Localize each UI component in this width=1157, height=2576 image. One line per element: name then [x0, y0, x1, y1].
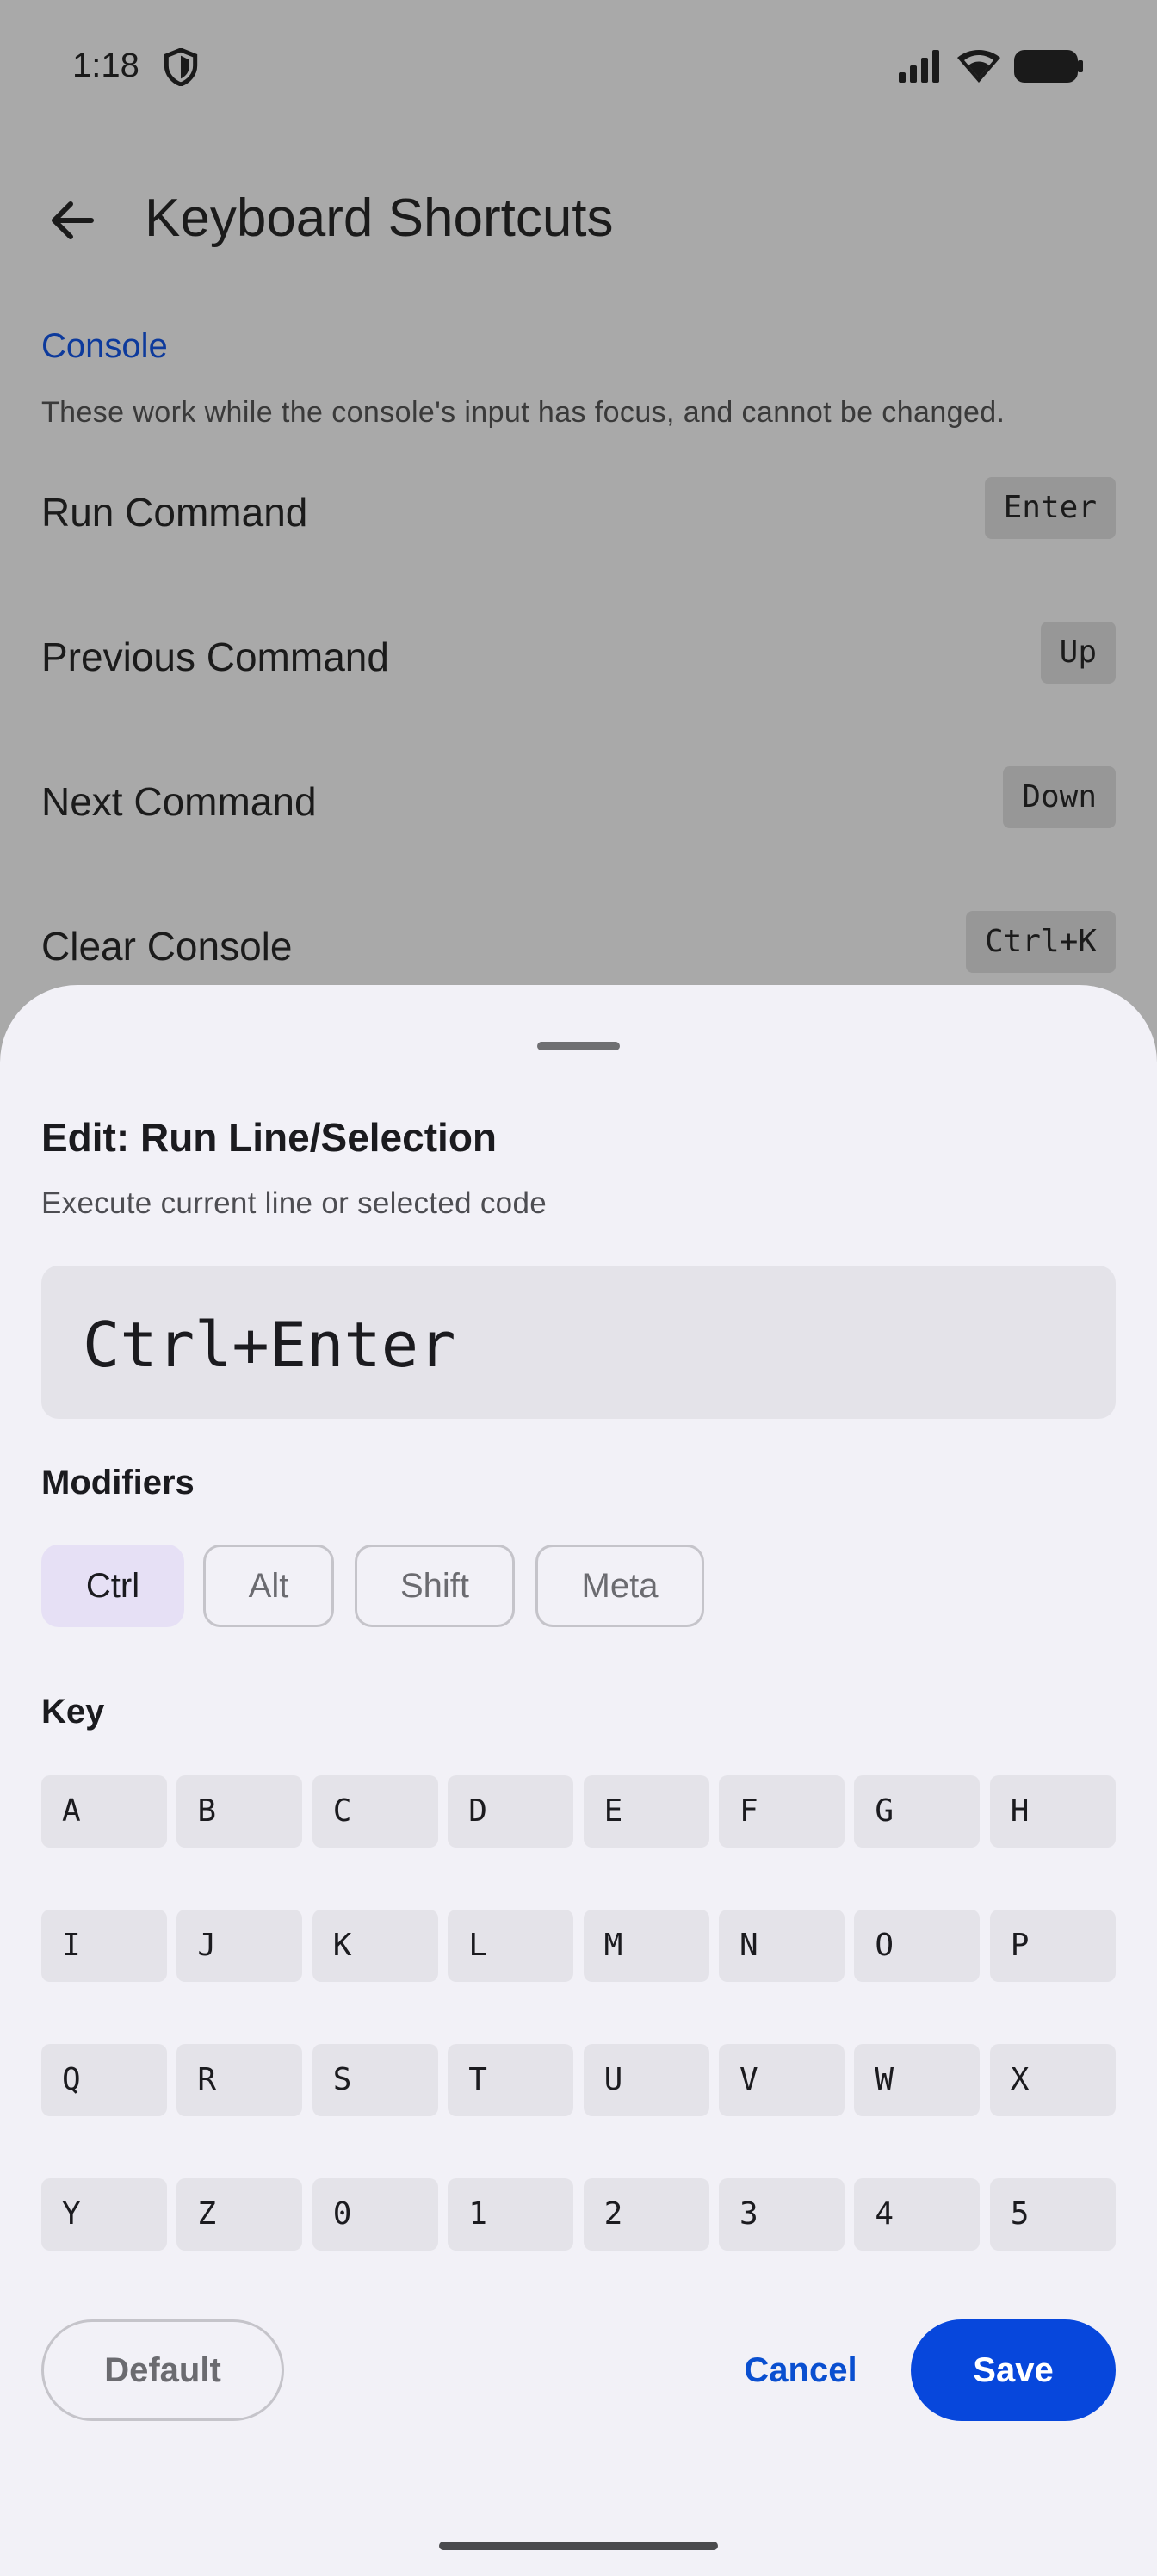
battery-icon: [1014, 50, 1083, 83]
modifiers-label: Modifiers: [41, 1464, 195, 1502]
shortcut-preview: Ctrl+Enter: [41, 1266, 1116, 1419]
page-title: Keyboard Shortcuts: [145, 189, 614, 248]
modifier-chip-alt[interactable]: Alt: [203, 1545, 334, 1627]
edit-shortcut-bottom-sheet: Edit: Run Line/Selection Execute current…: [0, 985, 1157, 2576]
shortcut-label: Clear Console: [41, 924, 293, 969]
shield-icon: [164, 48, 198, 86]
modifier-chip-meta[interactable]: Meta: [535, 1545, 704, 1627]
key-button[interactable]: A: [41, 1775, 167, 1848]
modifier-chip-ctrl[interactable]: Ctrl: [41, 1545, 184, 1627]
key-button[interactable]: Y: [41, 2178, 167, 2251]
default-button[interactable]: Default: [41, 2319, 284, 2421]
status-bar: 1:18: [0, 0, 1157, 138]
section-header: Console: [41, 327, 168, 365]
shortcut-key-badge: Up: [1040, 622, 1116, 684]
key-button[interactable]: G: [854, 1775, 981, 1848]
key-button[interactable]: U: [583, 2044, 709, 2116]
key-button[interactable]: 4: [854, 2178, 981, 2251]
key-button[interactable]: S: [312, 2044, 438, 2116]
home-indicator: [439, 2542, 718, 2550]
key-button[interactable]: 1: [448, 2178, 574, 2251]
shortcut-key-badge: Enter: [984, 477, 1116, 539]
section-description: These work while the console's input has…: [41, 396, 1005, 429]
key-button[interactable]: N: [719, 1910, 845, 1982]
key-button[interactable]: Q: [41, 2044, 167, 2116]
key-button[interactable]: H: [989, 1775, 1116, 1848]
key-button[interactable]: K: [312, 1910, 438, 1982]
key-button[interactable]: T: [448, 2044, 574, 2116]
shortcut-label: Next Command: [41, 779, 317, 824]
modifier-chip-shift[interactable]: Shift: [355, 1545, 515, 1627]
shortcut-row: Clear Console Ctrl+K: [41, 911, 1116, 980]
back-arrow-icon[interactable]: [45, 193, 100, 248]
wifi-icon: [957, 50, 1000, 83]
shortcut-key-badge: Down: [1003, 766, 1116, 828]
key-label: Key: [41, 1693, 105, 1731]
sheet-subtitle: Execute current line or selected code: [41, 1186, 547, 1220]
shortcut-key-badge: Ctrl+K: [965, 911, 1116, 973]
key-button[interactable]: P: [989, 1910, 1116, 1982]
key-button[interactable]: B: [176, 1775, 303, 1848]
key-button[interactable]: E: [583, 1775, 709, 1848]
key-button[interactable]: J: [176, 1910, 303, 1982]
shortcut-preview-text: Ctrl+Enter: [83, 1309, 456, 1381]
drag-handle[interactable]: [537, 1042, 620, 1050]
shortcut-row: Previous Command Up: [41, 622, 1116, 690]
key-button[interactable]: Z: [176, 2178, 303, 2251]
signal-icon: [899, 50, 939, 83]
key-button[interactable]: M: [583, 1910, 709, 1982]
key-button[interactable]: C: [312, 1775, 438, 1848]
key-button[interactable]: 5: [989, 2178, 1116, 2251]
key-button[interactable]: 0: [312, 2178, 438, 2251]
save-button[interactable]: Save: [911, 2319, 1116, 2421]
key-button[interactable]: 2: [583, 2178, 709, 2251]
shortcut-label: Run Command: [41, 490, 308, 535]
shortcut-label: Previous Command: [41, 635, 389, 679]
key-button[interactable]: F: [719, 1775, 845, 1848]
sheet-title: Edit: Run Line/Selection: [41, 1115, 498, 1160]
key-button[interactable]: V: [719, 2044, 845, 2116]
top-app-bar: Keyboard Shortcuts: [0, 172, 1157, 267]
key-button[interactable]: W: [854, 2044, 981, 2116]
key-button[interactable]: 3: [719, 2178, 845, 2251]
key-button[interactable]: R: [176, 2044, 303, 2116]
cancel-button[interactable]: Cancel: [732, 2319, 869, 2421]
shortcut-row: Next Command Down: [41, 766, 1116, 835]
key-button[interactable]: X: [989, 2044, 1116, 2116]
key-button[interactable]: O: [854, 1910, 981, 1982]
status-time: 1:18: [72, 46, 139, 84]
key-button[interactable]: D: [448, 1775, 574, 1848]
key-button[interactable]: L: [448, 1910, 574, 1982]
key-button[interactable]: I: [41, 1910, 167, 1982]
shortcut-row: Run Command Enter: [41, 477, 1116, 546]
